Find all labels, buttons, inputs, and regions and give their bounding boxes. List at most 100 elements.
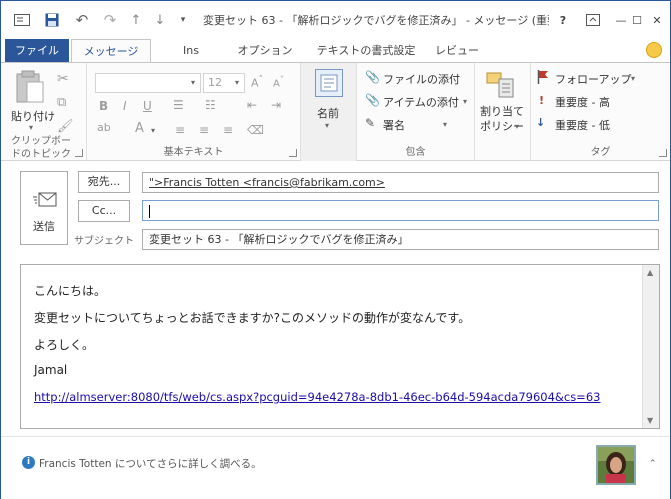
info-icon: i xyxy=(22,456,35,469)
feedback-smiley-icon[interactable] xyxy=(646,42,662,58)
bullets-icon[interactable]: ☰ xyxy=(173,98,184,112)
clipboard-group: 貼り付け ▾ ✂ ⧉ 🖌 クリップボードのトピック xyxy=(1,63,87,161)
attach-item-dropdown-icon[interactable]: ▾ xyxy=(463,97,467,106)
avatar[interactable] xyxy=(596,445,636,485)
tab-file[interactable]: ファイル xyxy=(5,39,69,63)
paste-dropdown-icon[interactable]: ▾ xyxy=(29,123,33,132)
people-pane: i Francis Totten についてさらに詳しく調べる。 ⌃ xyxy=(1,436,670,499)
font-color-dropdown-icon[interactable]: ▾ xyxy=(151,126,155,135)
font-size-dropdown-icon[interactable]: ▾ xyxy=(235,78,239,87)
tab-insert[interactable]: Ins xyxy=(171,39,211,63)
message-window: ↶ ↷ ↑ ↓ ▾ 変更セット 63 - 「解析ロジックでバグを修正済み」 - … xyxy=(0,0,671,499)
low-importance-icon[interactable]: ↓ xyxy=(536,116,545,129)
to-recipient[interactable]: ">Francis Totten <francis@fabrikam.com> xyxy=(149,176,385,189)
cut-icon[interactable]: ✂ xyxy=(57,71,69,87)
follow-up-flag-icon[interactable] xyxy=(537,70,549,87)
body-greeting: こんにちは。 xyxy=(34,284,107,298)
bold-button[interactable]: B xyxy=(99,99,108,113)
customize-qat-icon[interactable]: ▾ xyxy=(175,10,191,30)
body-signature: Jamal xyxy=(34,363,68,377)
help-button[interactable]: ? xyxy=(549,7,577,33)
attach-item-icon[interactable]: 📎 xyxy=(365,93,380,107)
body-closing: よろしく。 xyxy=(34,338,95,352)
format-painter-icon[interactable]: 🖌 xyxy=(57,119,74,134)
cc-button[interactable]: Cc... xyxy=(78,200,130,222)
tags-launcher-icon[interactable] xyxy=(659,149,667,157)
high-importance-button[interactable]: 重要度 - 高 xyxy=(555,94,610,110)
numbering-icon[interactable]: ☷ xyxy=(205,98,216,112)
italic-button[interactable]: I xyxy=(123,99,127,113)
to-button[interactable]: 宛先... xyxy=(78,171,130,193)
tags-group: フォローアップ ▾ ! 重要度 - 高 ↓ 重要度 - 低 タグ xyxy=(531,63,670,161)
tab-message[interactable]: メッセージ xyxy=(71,39,151,63)
increase-indent-icon[interactable]: ⇥ xyxy=(271,98,281,112)
font-name-dropdown-icon[interactable]: ▾ xyxy=(191,78,195,87)
font-color-button[interactable]: A xyxy=(135,121,144,136)
address-book-icon[interactable] xyxy=(315,69,343,97)
subject-field[interactable]: 変更セット 63 - 「解析ロジックでバグを修正済み」 xyxy=(142,229,659,250)
message-body[interactable]: こんにちは。 変更セットについてちょっとお話できますか?このメソッドの動作が変な… xyxy=(20,264,660,429)
previous-item-icon[interactable]: ↑ xyxy=(127,10,145,30)
high-importance-icon[interactable]: ! xyxy=(539,94,544,107)
low-importance-button[interactable]: 重要度 - 低 xyxy=(555,117,610,133)
text-cursor xyxy=(149,204,150,218)
close-button[interactable]: ✕ xyxy=(643,7,671,33)
ribbon-tabs: ファイル メッセージ Ins オプション テキストの書式設定 レビュー xyxy=(1,37,670,63)
signature-dropdown-icon[interactable]: ▾ xyxy=(443,120,447,129)
expand-people-pane-icon[interactable]: ⌃ xyxy=(649,459,657,469)
decrease-indent-icon[interactable]: ⇤ xyxy=(247,98,257,112)
title-bar: ↶ ↷ ↑ ↓ ▾ 変更セット 63 - 「解析ロジックでバグを修正済み」 - … xyxy=(1,1,670,37)
body-line1: 変更セットについてちょっとお話できますか?このメソッドの動作が変なんです。 xyxy=(34,311,471,325)
undo-icon[interactable]: ↶ xyxy=(71,10,93,30)
attach-file-icon[interactable]: 📎 xyxy=(365,70,380,84)
tab-format-text[interactable]: テキストの書式設定 xyxy=(309,39,423,63)
attach-file-button[interactable]: ファイルの添付 xyxy=(383,71,460,87)
app-menu-icon[interactable] xyxy=(11,10,33,30)
names-dropdown-icon[interactable]: ▾ xyxy=(325,121,329,130)
to-field[interactable]: ">Francis Totten <francis@fabrikam.com> xyxy=(142,172,659,193)
clipboard-launcher-icon[interactable] xyxy=(75,149,83,157)
scroll-down-icon[interactable]: ▼ xyxy=(647,416,653,425)
people-pane-text[interactable]: Francis Totten についてさらに詳しく調べる。 xyxy=(39,456,262,471)
follow-up-button[interactable]: フォローアップ xyxy=(555,71,632,87)
assign-policy-label-line1[interactable]: 割り当て xyxy=(480,103,524,119)
scroll-up-icon[interactable]: ▲ xyxy=(647,268,653,277)
policy-group: 割り当て ポリシー ▾ xyxy=(475,63,531,161)
redo-icon[interactable]: ↷ xyxy=(99,10,121,30)
grow-font-icon[interactable]: A˄ xyxy=(251,74,263,90)
assign-policy-dropdown-icon[interactable]: ▾ xyxy=(515,122,519,131)
send-button[interactable]: 送信 xyxy=(20,171,68,245)
subject-label: サブジェクト xyxy=(74,236,134,247)
tab-options[interactable]: オプション xyxy=(229,39,301,63)
shrink-font-icon[interactable]: A˅ xyxy=(273,74,284,89)
changeset-link[interactable]: http://almserver:8080/tfs/web/cs.aspx?pc… xyxy=(34,390,600,404)
cc-field[interactable] xyxy=(142,200,659,221)
align-center-icon[interactable]: ≡ xyxy=(199,123,209,137)
next-item-icon[interactable]: ↓ xyxy=(151,10,169,30)
paste-button[interactable]: 貼り付け xyxy=(11,108,55,124)
highlight-icon[interactable]: ab xyxy=(97,121,111,134)
clear-formatting-icon[interactable]: ⌫ xyxy=(247,123,264,137)
body-scrollbar[interactable]: ▲ ▼ xyxy=(642,265,659,428)
align-left-icon[interactable]: ≡ xyxy=(175,123,185,137)
tab-review[interactable]: レビュー xyxy=(429,39,485,63)
follow-up-dropdown-icon[interactable]: ▾ xyxy=(631,74,635,83)
save-icon[interactable] xyxy=(41,10,63,30)
paste-icon[interactable] xyxy=(15,70,45,107)
signature-button[interactable]: 署名 xyxy=(383,117,405,133)
align-right-icon[interactable]: ≡ xyxy=(223,123,233,137)
underline-button[interactable]: U xyxy=(143,99,152,113)
signature-icon[interactable]: ✎ xyxy=(365,116,375,130)
names-button[interactable]: 名前 xyxy=(317,105,339,121)
include-group: 📎 ファイルの添付 📎 アイテムの添付 ▾ ✎ 署名 ▾ 包含 xyxy=(357,63,475,161)
font-size-value: 12 xyxy=(208,76,222,89)
basic-text-launcher-icon[interactable] xyxy=(289,149,297,157)
clipboard-group-label: クリップボードのトピック xyxy=(11,136,71,160)
font-name-select[interactable] xyxy=(95,73,201,93)
tags-group-label: タグ xyxy=(590,147,611,158)
ribbon-display-options-icon[interactable] xyxy=(579,7,607,33)
assign-policy-icon[interactable] xyxy=(485,69,515,102)
copy-icon[interactable]: ⧉ xyxy=(57,95,66,110)
attach-item-button[interactable]: アイテムの添付 xyxy=(383,94,459,110)
basic-text-group: ▾ 12 ▾ A˄ A˅ B I U ☰ ☷ ⇤ ⇥ ab A ▾ ≡ ≡ ≡ … xyxy=(87,63,301,161)
